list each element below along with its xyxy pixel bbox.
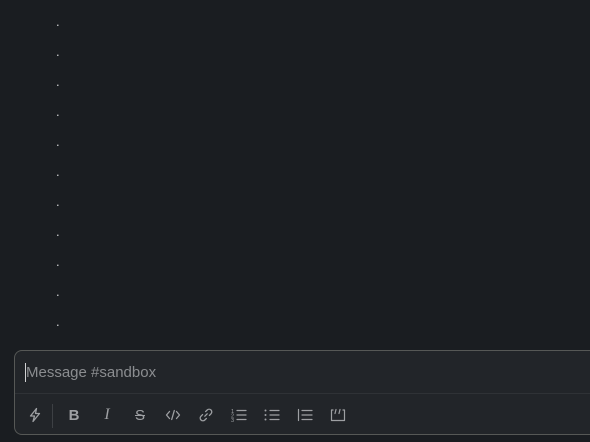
bold-icon: B bbox=[68, 406, 80, 424]
toolbar-divider bbox=[52, 404, 53, 428]
code-block-button[interactable] bbox=[326, 404, 350, 426]
bold-button[interactable]: B bbox=[62, 404, 86, 426]
blockquote-button[interactable] bbox=[293, 404, 317, 426]
ordered-list-icon: 1 2 3 bbox=[230, 407, 248, 423]
code-icon bbox=[165, 408, 181, 422]
message-text: . bbox=[56, 164, 60, 179]
message-item: . bbox=[56, 254, 68, 269]
composer-input-row bbox=[15, 351, 590, 394]
code-button[interactable] bbox=[161, 404, 185, 426]
shortcuts-button[interactable] bbox=[23, 404, 47, 426]
message-item: . bbox=[56, 74, 68, 89]
message-text: . bbox=[56, 284, 60, 299]
message-text: . bbox=[56, 74, 60, 89]
message-text: . bbox=[56, 224, 60, 239]
italic-icon: I bbox=[104, 406, 110, 423]
message-text: . bbox=[56, 194, 60, 209]
lightning-icon bbox=[27, 407, 43, 423]
ordered-list-button[interactable]: 1 2 3 bbox=[227, 404, 251, 426]
message-item: . bbox=[56, 134, 68, 149]
message-item: . bbox=[56, 164, 68, 179]
italic-button[interactable]: I bbox=[95, 404, 119, 426]
link-icon bbox=[198, 407, 214, 423]
code-block-icon bbox=[329, 407, 347, 423]
message-text: . bbox=[56, 254, 60, 269]
message-text: . bbox=[56, 44, 60, 59]
message-item: . bbox=[56, 314, 68, 329]
blockquote-icon bbox=[296, 407, 314, 423]
link-button[interactable] bbox=[194, 404, 218, 426]
message-text: . bbox=[56, 104, 60, 119]
message-composer: B I S bbox=[14, 350, 590, 435]
formatting-toolbar: B I S 1 2 3 bbox=[15, 395, 590, 435]
channel-view: . . . . . . . . . . . B bbox=[0, 0, 590, 442]
message-item: . bbox=[56, 104, 68, 119]
message-list: . . . . . . . . . . . bbox=[0, 0, 590, 345]
message-text: . bbox=[56, 134, 60, 149]
bulleted-list-icon bbox=[263, 407, 281, 423]
message-item: . bbox=[56, 194, 68, 209]
message-text: . bbox=[56, 314, 60, 329]
strikethrough-icon: S bbox=[134, 406, 145, 424]
message-item: . bbox=[56, 224, 68, 239]
message-item: . bbox=[56, 284, 68, 299]
strikethrough-button[interactable]: S bbox=[128, 404, 152, 426]
message-text: . bbox=[56, 14, 60, 29]
message-item: . bbox=[56, 44, 68, 59]
message-input[interactable] bbox=[26, 362, 566, 382]
bulleted-list-button[interactable] bbox=[260, 404, 284, 426]
svg-text:3: 3 bbox=[231, 418, 234, 423]
message-item: . bbox=[56, 14, 68, 29]
